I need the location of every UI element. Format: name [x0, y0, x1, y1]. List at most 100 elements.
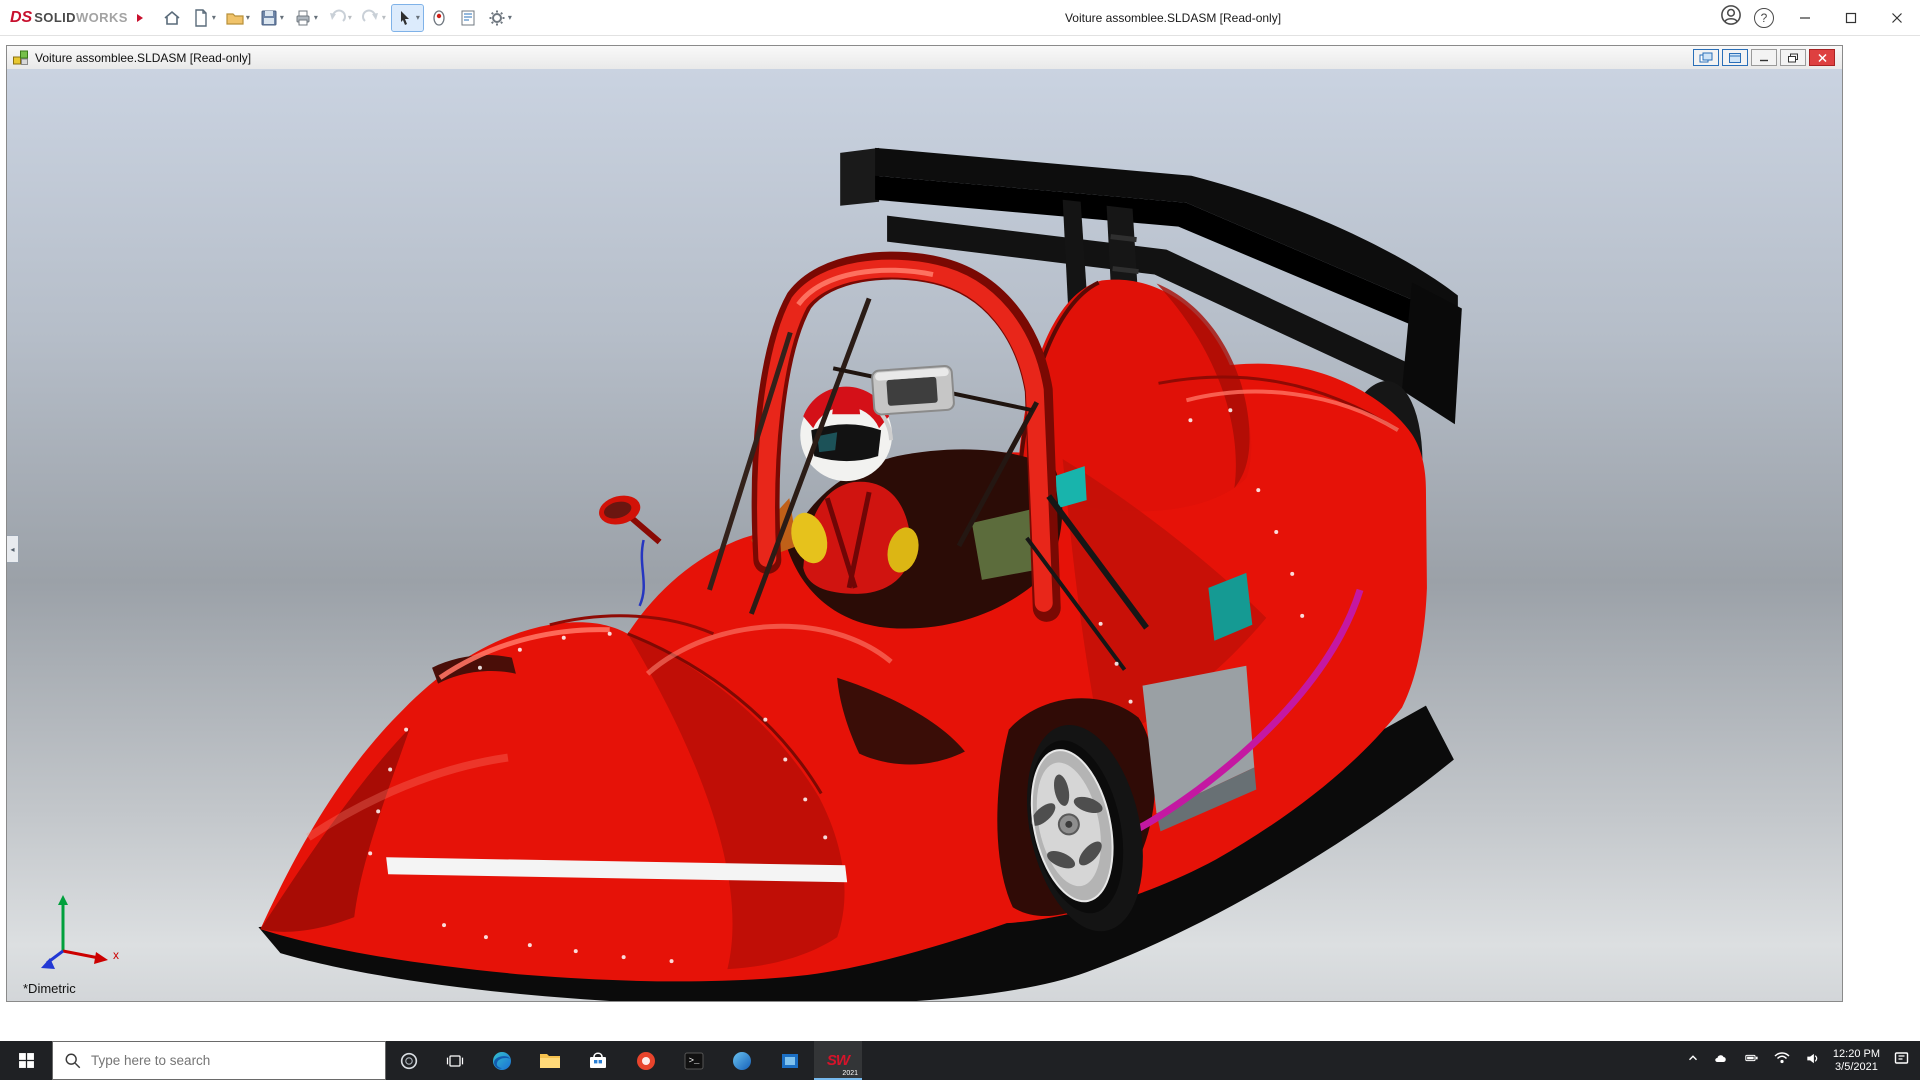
tray-onedrive-button[interactable] [1713, 1051, 1730, 1070]
maximize-button[interactable] [1828, 0, 1874, 35]
undo-icon [329, 9, 346, 22]
undo-button[interactable]: ▾ [324, 5, 355, 31]
tray-network-button[interactable] [1773, 1051, 1791, 1070]
mouse-icon [433, 9, 445, 26]
new-document-button[interactable]: ▾ [188, 5, 219, 31]
graphics-viewport[interactable]: x *Dimetric ◂ [7, 69, 1842, 1001]
print-button[interactable]: ▾ [290, 5, 321, 31]
select-cursor-icon [400, 10, 409, 25]
mouse-gestures-button[interactable] [426, 5, 452, 31]
start-button[interactable] [0, 1041, 52, 1080]
window-controls [1782, 0, 1920, 35]
task-view-icon [446, 1054, 464, 1067]
taskbar-app-terminal[interactable]: >_ [670, 1041, 718, 1080]
home-icon [164, 10, 180, 25]
new-document-icon [195, 8, 207, 27]
account-icon [1721, 5, 1741, 25]
document-window-buttons [1693, 49, 1837, 66]
axis-x-arrow [94, 952, 108, 964]
taskbar-app-edge[interactable] [478, 1041, 526, 1080]
file-explorer-icon [540, 1053, 560, 1068]
toolbar-expand-arrow[interactable] [136, 13, 143, 22]
ds-logo: DS [10, 8, 33, 26]
clock-date: 3/5/2021 [1835, 1060, 1878, 1073]
chevron-up-icon [1688, 1055, 1697, 1061]
window-title: Voiture assomblee.SLDASM [Read-only] [1064, 10, 1282, 25]
taskbar-app-red[interactable] [622, 1041, 670, 1080]
help-button[interactable]: ? [1754, 7, 1774, 28]
doc-close-button[interactable] [1809, 49, 1835, 66]
doc-minimize-icon [1760, 59, 1768, 61]
document-titlebar[interactable]: Voiture assomblee.SLDASM [Read-only] [7, 46, 1842, 70]
minimize-button[interactable] [1782, 0, 1828, 35]
taskbar-app-blue[interactable] [718, 1041, 766, 1080]
help-icon: ? [1760, 10, 1768, 25]
taskbar-search-box[interactable] [52, 1041, 386, 1080]
action-center-icon [1894, 1052, 1909, 1064]
doc-restore-button[interactable] [1780, 49, 1806, 66]
close-button[interactable] [1874, 0, 1920, 35]
options-button[interactable]: ▾ [484, 5, 515, 31]
solidworks-logo: DS SOLID WORKS [10, 8, 128, 26]
3d-model-car-render[interactable] [7, 69, 1842, 1001]
mirror [599, 495, 662, 607]
microsoft-store-icon [590, 1051, 606, 1068]
account-button[interactable] [1720, 4, 1742, 31]
panel-collapse-tab[interactable]: ◂ [7, 535, 19, 563]
maximize-icon [1845, 12, 1857, 23]
solidworks-taskbar-icon: SW [826, 1052, 850, 1069]
windows-taskbar: >_ SW 2021 12:20 PM 3/5/2021 [0, 1041, 1920, 1080]
cortana-button[interactable] [386, 1041, 432, 1080]
taskbar-app-store[interactable] [574, 1041, 622, 1080]
doc-close-icon [1817, 53, 1827, 62]
taskbar-app-file-explorer[interactable] [526, 1041, 574, 1080]
tray-show-hidden-button[interactable] [1686, 1051, 1700, 1070]
orientation-triad: x [41, 895, 119, 969]
cortana-icon [400, 1052, 418, 1069]
doc-restore-icon [1788, 53, 1798, 62]
open-button[interactable]: ▾ [222, 5, 253, 31]
wifi-icon [1774, 1052, 1790, 1064]
save-icon [261, 10, 277, 25]
print-icon [296, 10, 310, 25]
windows-logo-icon [18, 1053, 34, 1068]
quick-access-toolbar: ▾ ▾ ▾ ▾ ▾ ▾ ▾ ▾ [159, 3, 515, 32]
tile-window-button[interactable] [1693, 49, 1719, 66]
search-input[interactable] [91, 1053, 385, 1068]
file-properties-button[interactable] [455, 5, 481, 31]
document-title: Voiture assomblee.SLDASM [Read-only] [35, 50, 252, 65]
mdi-client-area: Voiture assomblee.SLDASM [Read-only] x *… [0, 36, 1920, 1041]
save-button[interactable]: ▾ [256, 5, 287, 31]
camera-pod [871, 365, 955, 416]
red-app-icon [637, 1051, 655, 1070]
photos-app-icon [782, 1053, 798, 1068]
speaker-icon [1807, 1053, 1818, 1063]
cloud-icon [1715, 1055, 1726, 1062]
view-orientation-label: *Dimetric [23, 981, 76, 996]
home-button[interactable] [159, 5, 185, 31]
tray-battery-button[interactable] [1743, 1051, 1760, 1070]
clock-time: 12:20 PM [1832, 1047, 1880, 1060]
task-view-button[interactable] [432, 1041, 478, 1080]
cascade-window-button[interactable] [1722, 49, 1748, 66]
titlebar-right-icons: ? [1720, 0, 1774, 35]
options-gear-icon [489, 10, 505, 25]
blue-app-icon [733, 1051, 751, 1070]
open-folder-icon [226, 12, 244, 25]
tray-volume-button[interactable] [1804, 1051, 1820, 1071]
axis-x-label: x [113, 948, 119, 962]
solidworks-year-label: 2021 [842, 1070, 858, 1077]
taskbar-clock[interactable]: 12:20 PM 3/5/2021 [1833, 1048, 1880, 1074]
solidworks-app-window: DS SOLID WORKS ▾ ▾ ▾ ▾ ▾ ▾ ▾ ▾ Voiture a… [0, 0, 1920, 1080]
redo-button[interactable]: ▾ [358, 5, 389, 31]
collapse-arrow-icon: ◂ [10, 544, 15, 554]
battery-icon [1745, 1054, 1758, 1062]
prompt-glyph: >_ [688, 1055, 700, 1066]
doc-minimize-button[interactable] [1751, 49, 1777, 66]
assembly-document-icon [13, 50, 28, 65]
tile-window-icon [1699, 52, 1713, 62]
taskbar-app-solidworks[interactable]: SW 2021 [814, 1041, 862, 1080]
select-tool-button[interactable]: ▾ [390, 3, 424, 32]
action-center-button[interactable] [1893, 1050, 1910, 1071]
taskbar-app-photos[interactable] [766, 1041, 814, 1080]
